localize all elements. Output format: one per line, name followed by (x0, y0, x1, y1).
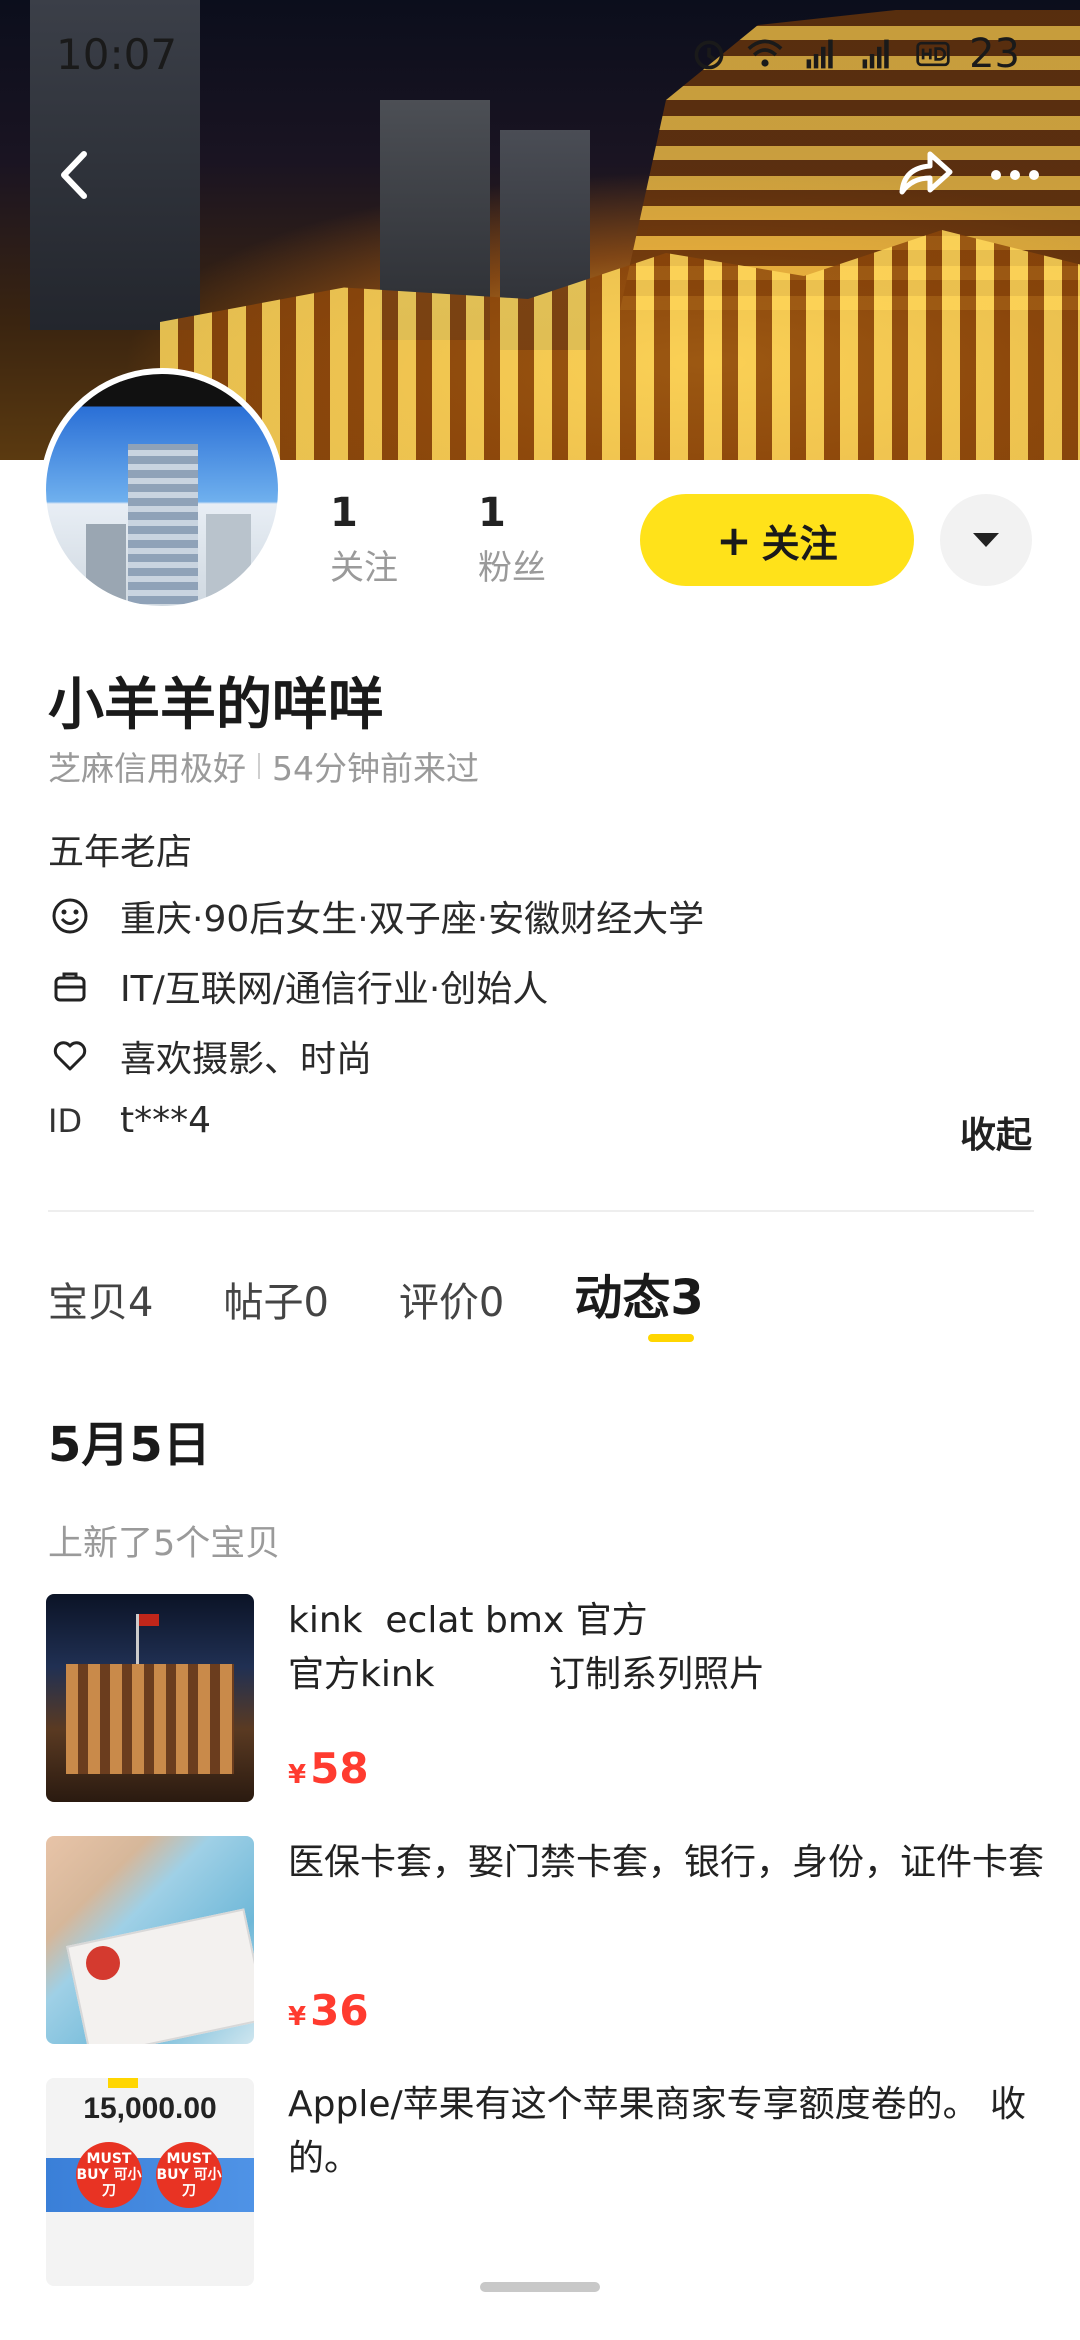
tab-items[interactable]: 宝贝4 (48, 1270, 153, 1328)
following-count: 1 (330, 490, 358, 536)
tab-activity[interactable]: 动态3 (574, 1258, 703, 1328)
credit-rating: 芝麻信用极好 (48, 749, 246, 788)
active-tab-indicator (648, 1334, 694, 1342)
thumb-amount: 15,000.00 (83, 2092, 217, 2125)
item-price: ¥36 (288, 1986, 369, 2035)
thumb-badge: MUST BUY 可小刀 (156, 2142, 222, 2208)
plus-icon: + (716, 515, 752, 565)
stat-followers[interactable]: 1 粉丝 (478, 490, 546, 589)
list-item[interactable]: 15,000.00 MUST BUY 可小刀 MUST BUY 可小刀 Appl… (46, 2078, 1036, 2288)
item-title: Apple/苹果有这个苹果商家专享额度卷的。 收的。 (288, 2084, 1027, 2179)
item-title: kink eclat bmx 官方 官方kink 订制系列照片 (288, 1600, 765, 1695)
wifi-icon (747, 39, 783, 67)
shop-years: 五年老店 (48, 832, 193, 873)
signal-4g-icon (862, 39, 889, 69)
status-icons: 23 (689, 31, 1020, 77)
list-item[interactable]: 医保卡套，娶门禁卡套，银行，身份，证件卡套 ¥36 (46, 1836, 1044, 2046)
chevron-left-icon[interactable] (40, 140, 110, 210)
profile-meta: 芝麻信用极好 54分钟前来过 (48, 742, 479, 790)
meta-separator (258, 753, 260, 779)
share-icon[interactable] (890, 140, 960, 210)
battery-level: 23 (969, 31, 1020, 77)
info-row-basic: 重庆·90后女生·双子座·安徽财经大学 (48, 890, 704, 942)
feed-date: 5月5日 (48, 1417, 211, 1473)
info-interests: 喜欢摄影、时尚 (120, 1039, 373, 1080)
id-label: ID (48, 1101, 83, 1140)
profile-tabs: 宝贝4 帖子0 评价0 动态3 (48, 1258, 704, 1328)
feed-subtitle: 上新了5个宝贝 (48, 1524, 281, 1564)
item-title: 医保卡套，娶门禁卡套，银行，身份，证件卡套 (288, 1842, 1045, 1883)
item-thumbnail (46, 1836, 254, 2044)
info-basic: 重庆·90后女生·双子座·安徽财经大学 (120, 899, 705, 940)
home-indicator[interactable] (480, 2282, 600, 2292)
stat-following[interactable]: 1 关注 (330, 490, 398, 589)
tab-reviews[interactable]: 评价0 (399, 1270, 504, 1328)
caret-down-icon (973, 533, 999, 547)
section-divider (48, 1210, 1034, 1212)
info-row-id: ID t***4 (48, 1100, 211, 1141)
hd-icon (916, 41, 950, 67)
alarm-icon (694, 40, 724, 70)
list-item[interactable]: kink eclat bmx 官方 官方kink 订制系列照片 ¥58 (46, 1594, 1036, 1804)
info-row-job: IT/互联网/通信行业·创始人 (48, 960, 548, 1012)
info-job: IT/互联网/通信行业·创始人 (120, 969, 549, 1010)
collapse-button[interactable]: 收起 (960, 1106, 1032, 1158)
followers-count: 1 (478, 490, 506, 536)
heart-icon (53, 1041, 87, 1071)
item-thumbnail: 15,000.00 MUST BUY 可小刀 MUST BUY 可小刀 (46, 2078, 254, 2286)
follow-button[interactable]: + 关注 (640, 494, 914, 586)
signal-4g-icon (806, 39, 833, 69)
item-thumbnail (46, 1594, 254, 1802)
status-bar: 10:07 23 (0, 0, 1080, 110)
thumb-badge: MUST BUY 可小刀 (76, 2142, 142, 2208)
avatar[interactable] (40, 368, 284, 612)
username: 小羊羊的咩咩 (48, 673, 384, 738)
info-row-interests: 喜欢摄影、时尚 (48, 1030, 372, 1082)
item-price: ¥58 (288, 1744, 369, 1793)
smiley-icon (52, 898, 88, 934)
follow-button-label: 关注 (761, 521, 838, 566)
status-time: 10:07 (56, 30, 178, 79)
tab-posts[interactable]: 帖子0 (223, 1270, 328, 1328)
briefcase-icon (54, 972, 86, 1002)
last-seen: 54分钟前来过 (272, 749, 479, 788)
following-label: 关注 (330, 548, 398, 588)
top-nav (0, 130, 1080, 220)
followers-label: 粉丝 (478, 548, 546, 588)
id-value: t***4 (120, 1100, 212, 1141)
more-dots-icon[interactable] (980, 140, 1050, 210)
more-options-button[interactable] (940, 494, 1032, 586)
